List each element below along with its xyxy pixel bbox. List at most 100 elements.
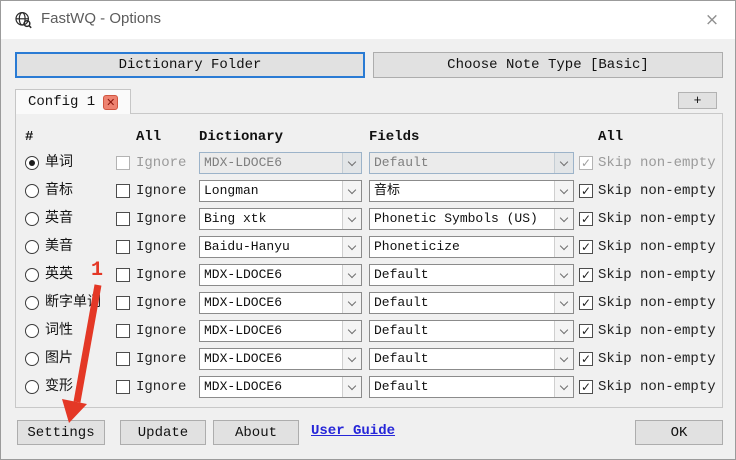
dictionary-folder-button[interactable]: Dictionary Folder (15, 52, 365, 78)
fields-value: Default (374, 267, 429, 282)
ignore-label: Ignore (136, 295, 187, 311)
ignore-checkbox[interactable] (116, 240, 130, 254)
fields-select[interactable]: 音标 (369, 180, 574, 202)
table-row: 图片 Ignore MDX-LDOCE6 Default Skip non-em… (1, 345, 735, 373)
row-radio[interactable] (25, 268, 39, 282)
dictionary-select[interactable]: MDX-LDOCE6 (199, 348, 362, 370)
skip-checkbox[interactable] (579, 380, 593, 394)
choose-note-type-button[interactable]: Choose Note Type [Basic] (373, 52, 723, 78)
chevron-down-icon[interactable] (554, 349, 573, 369)
dictionary-select[interactable]: Longman (199, 180, 362, 202)
row-radio[interactable] (25, 184, 39, 198)
table-row: 美音 Ignore Baidu-Hanyu Phoneticize Skip n… (1, 233, 735, 261)
chevron-down-icon[interactable] (342, 293, 361, 313)
fields-value: Phonetic Symbols (US) (374, 211, 538, 226)
fields-select[interactable]: Default (369, 376, 574, 398)
chevron-down-icon[interactable] (554, 293, 573, 313)
row-radio[interactable] (25, 296, 39, 310)
fields-value: Default (374, 155, 429, 170)
radio-dot (29, 160, 35, 166)
chevron-down-icon[interactable] (342, 377, 361, 397)
close-icon[interactable]: × (697, 5, 727, 35)
chevron-down-icon[interactable] (554, 377, 573, 397)
chevron-down-icon[interactable] (342, 237, 361, 257)
chevron-down-icon[interactable] (554, 265, 573, 285)
row-label: 词性 (45, 323, 73, 339)
skip-checkbox[interactable] (579, 184, 593, 198)
skip-checkbox[interactable] (579, 156, 593, 170)
dictionary-select[interactable]: MDX-LDOCE6 (199, 320, 362, 342)
tab-config-1[interactable]: Config 1 ✕ (15, 89, 131, 114)
settings-button[interactable]: Settings (17, 420, 105, 445)
update-button[interactable]: Update (120, 420, 206, 445)
dictionary-value: Longman (204, 183, 259, 198)
ignore-checkbox[interactable] (116, 380, 130, 394)
dictionary-select[interactable]: MDX-LDOCE6 (199, 292, 362, 314)
fields-value: 音标 (374, 183, 401, 198)
row-radio[interactable] (25, 156, 39, 170)
ignore-checkbox[interactable] (116, 268, 130, 282)
row-radio[interactable] (25, 240, 39, 254)
row-label: 单词 (45, 155, 73, 171)
ignore-label: Ignore (136, 155, 187, 171)
table-row: 单词 Ignore MDX-LDOCE6 Default Skip non-em… (1, 149, 735, 177)
chevron-down-icon[interactable] (342, 265, 361, 285)
chevron-down-icon[interactable] (342, 209, 361, 229)
fields-select[interactable]: Phonetic Symbols (US) (369, 208, 574, 230)
row-radio[interactable] (25, 352, 39, 366)
skip-checkbox[interactable] (579, 212, 593, 226)
chevron-down-icon[interactable] (342, 349, 361, 369)
dictionary-value: MDX-LDOCE6 (204, 295, 283, 310)
skip-label: Skip non-empty (598, 267, 716, 283)
dictionary-select[interactable]: MDX-LDOCE6 (199, 264, 362, 286)
ignore-checkbox[interactable] (116, 296, 130, 310)
skip-checkbox[interactable] (579, 268, 593, 282)
about-button[interactable]: About (213, 420, 299, 445)
row-radio[interactable] (25, 324, 39, 338)
skip-checkbox[interactable] (579, 324, 593, 338)
ignore-checkbox[interactable] (116, 184, 130, 198)
ignore-checkbox[interactable] (116, 212, 130, 226)
ignore-checkbox[interactable] (116, 352, 130, 366)
ignore-checkbox[interactable] (116, 324, 130, 338)
chevron-down-icon[interactable] (554, 321, 573, 341)
ignore-label: Ignore (136, 379, 187, 395)
col-header-fields: Fields (369, 129, 420, 145)
fields-value: Default (374, 351, 429, 366)
skip-checkbox[interactable] (579, 240, 593, 254)
chevron-down-icon[interactable] (554, 181, 573, 201)
ok-button[interactable]: OK (635, 420, 723, 445)
fields-select[interactable]: Default (369, 348, 574, 370)
ignore-checkbox[interactable] (116, 156, 130, 170)
chevron-down-icon[interactable] (342, 153, 361, 173)
chevron-down-icon[interactable] (554, 237, 573, 257)
fields-select[interactable]: Default (369, 264, 574, 286)
fields-select[interactable]: Default (369, 320, 574, 342)
add-tab-button[interactable]: + (678, 92, 717, 109)
row-radio[interactable] (25, 380, 39, 394)
skip-label: Skip non-empty (598, 323, 716, 339)
dictionary-select[interactable]: Bing xtk (199, 208, 362, 230)
chevron-down-icon[interactable] (554, 153, 573, 173)
fields-select[interactable]: Default (369, 152, 574, 174)
skip-label: Skip non-empty (598, 239, 716, 255)
fields-select[interactable]: Default (369, 292, 574, 314)
chevron-down-icon[interactable] (554, 209, 573, 229)
row-radio[interactable] (25, 212, 39, 226)
tab-close-icon[interactable]: ✕ (103, 94, 119, 110)
skip-label: Skip non-empty (598, 351, 716, 367)
skip-checkbox[interactable] (579, 352, 593, 366)
fields-select[interactable]: Phoneticize (369, 236, 574, 258)
dictionary-value: MDX-LDOCE6 (204, 323, 283, 338)
skip-checkbox[interactable] (579, 296, 593, 310)
window-title: FastWQ - Options (41, 10, 162, 27)
dictionary-select[interactable]: MDX-LDOCE6 (199, 376, 362, 398)
chevron-down-icon[interactable] (342, 181, 361, 201)
chevron-down-icon[interactable] (342, 321, 361, 341)
dictionary-select[interactable]: MDX-LDOCE6 (199, 152, 362, 174)
table-row: 变形 Ignore MDX-LDOCE6 Default Skip non-em… (1, 373, 735, 401)
ignore-label: Ignore (136, 351, 187, 367)
dictionary-select[interactable]: Baidu-Hanyu (199, 236, 362, 258)
dictionary-value: MDX-LDOCE6 (204, 155, 283, 170)
user-guide-link[interactable]: User Guide (311, 423, 395, 439)
